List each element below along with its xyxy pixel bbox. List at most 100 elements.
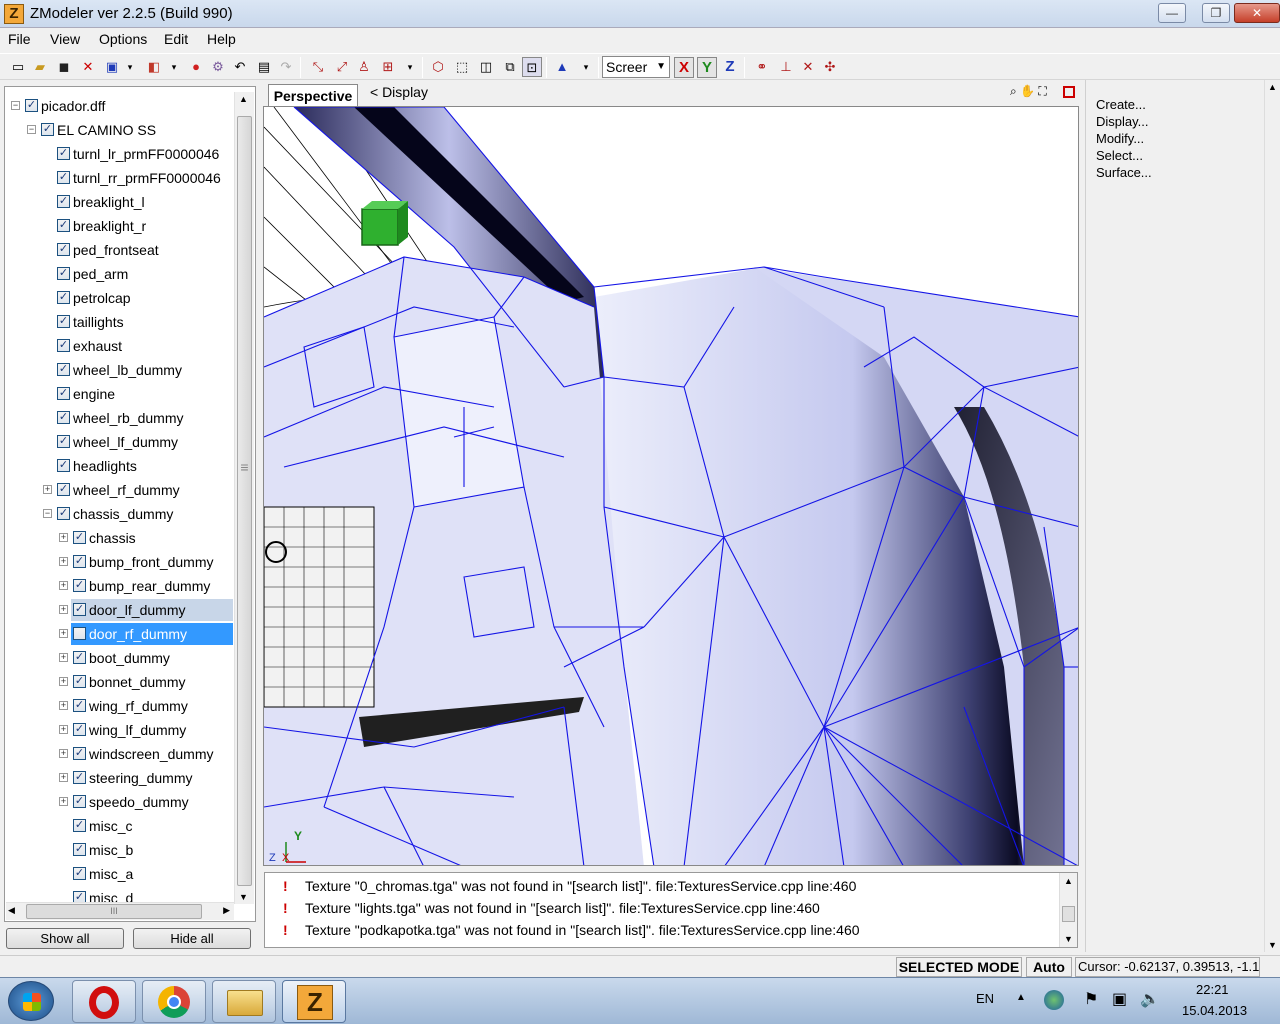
- collapse-icon[interactable]: −: [43, 509, 52, 518]
- visibility-checkbox[interactable]: ✓: [57, 339, 70, 352]
- expand-icon[interactable]: +: [59, 605, 68, 614]
- tree-item[interactable]: ✓ ped_frontseat: [5, 239, 233, 261]
- dropdown-arrow-icon[interactable]: ▾: [576, 57, 596, 77]
- tree-item[interactable]: ✓ headlights: [5, 455, 233, 477]
- visibility-checkbox[interactable]: ✓: [73, 723, 86, 736]
- expand-icon[interactable]: +: [59, 773, 68, 782]
- save-icon[interactable]: ◼: [54, 57, 74, 77]
- tree-hscroll-thumb[interactable]: III: [26, 904, 202, 919]
- open-folder-icon[interactable]: ▰: [30, 57, 50, 77]
- tree-item[interactable]: + ✓ wing_rf_dummy: [5, 695, 233, 717]
- show-hidden-icons-icon[interactable]: ▲: [1016, 992, 1026, 1003]
- visibility-checkbox[interactable]: ✓: [57, 411, 70, 424]
- expand-icon[interactable]: +: [43, 485, 52, 494]
- visibility-checkbox[interactable]: ✓: [57, 147, 70, 160]
- axis-x-toggle[interactable]: X: [674, 57, 694, 78]
- render-icon[interactable]: ◧: [144, 57, 164, 77]
- menu-edit[interactable]: Edit: [164, 31, 188, 47]
- language-indicator[interactable]: EN: [976, 991, 994, 1006]
- tree-item[interactable]: ✓ misc_b: [5, 839, 233, 861]
- menu-file[interactable]: File: [8, 31, 31, 47]
- tree-item[interactable]: + ✓ windscreen_dummy: [5, 743, 233, 765]
- tree-item[interactable]: ✓ petrolcap: [5, 287, 233, 309]
- visibility-checkbox[interactable]: ✓: [57, 363, 70, 376]
- visibility-checkbox[interactable]: ✓: [57, 219, 70, 232]
- visibility-checkbox[interactable]: ✓: [73, 555, 86, 568]
- hide-all-button[interactable]: Hide all: [133, 928, 251, 949]
- visibility-checkbox[interactable]: ✓: [57, 171, 70, 184]
- axis-y-toggle[interactable]: Y: [697, 57, 717, 78]
- visibility-checkbox[interactable]: ✓: [73, 603, 86, 616]
- tree-scroll-thumb[interactable]: ≡: [237, 116, 252, 886]
- visibility-checkbox[interactable]: ✓: [57, 483, 70, 496]
- scale-axis-icon[interactable]: ✣: [820, 57, 840, 77]
- app-icon[interactable]: Z: [4, 4, 24, 24]
- visibility-checkbox[interactable]: ✓: [73, 747, 86, 760]
- display-panel-toggle[interactable]: < Display: [370, 84, 428, 100]
- expand-icon[interactable]: +: [59, 677, 68, 686]
- flag-icon[interactable]: ⚑: [1084, 989, 1098, 1009]
- scroll-up-icon[interactable]: ▲: [1064, 876, 1073, 886]
- visibility-checkbox[interactable]: ✓: [73, 867, 86, 880]
- visibility-checkbox[interactable]: ✓: [57, 387, 70, 400]
- scroll-up-icon[interactable]: ▲: [1268, 82, 1277, 92]
- scroll-down-icon[interactable]: ▼: [1064, 934, 1073, 944]
- tree-item[interactable]: ✓ turnl_lr_prmFF0000046: [5, 143, 233, 165]
- tree-item[interactable]: + door_lf_dummy ✓: [5, 599, 233, 621]
- dropdown-arrow-icon[interactable]: ▾: [400, 57, 420, 77]
- tree-item-model[interactable]: − ✓ EL CAMINO SS: [5, 119, 233, 141]
- start-button[interactable]: [8, 981, 54, 1021]
- scroll-down-icon[interactable]: ▼: [239, 892, 248, 902]
- taskbar-opera[interactable]: [72, 980, 136, 1023]
- move-axis-icon[interactable]: ⊥: [776, 57, 796, 77]
- figure-icon[interactable]: ♙: [354, 57, 374, 77]
- visibility-checkbox[interactable]: ✓: [73, 531, 86, 544]
- expand-icon[interactable]: +: [59, 797, 68, 806]
- minimize-button[interactable]: —: [1158, 3, 1186, 23]
- tree-item[interactable]: ✓ wheel_lf_dummy: [5, 431, 233, 453]
- record-icon[interactable]: ●: [186, 57, 206, 77]
- auto-indicator[interactable]: Auto: [1026, 957, 1072, 977]
- cube-solid-icon[interactable]: ◫: [476, 57, 496, 77]
- panel-scrollbar[interactable]: ▲ ▼: [1264, 80, 1280, 952]
- axis-z-toggle[interactable]: Z: [720, 57, 740, 78]
- rotate-axis-icon[interactable]: ✕: [798, 57, 818, 77]
- scroll-down-icon[interactable]: ▼: [1268, 940, 1277, 950]
- coordinate-space-select[interactable]: Screer ▼: [602, 56, 670, 78]
- visibility-checkbox[interactable]: [73, 627, 86, 640]
- expand-icon[interactable]: +: [59, 749, 68, 758]
- tree-vertical-scrollbar[interactable]: ▲ ≡ ▼: [234, 92, 254, 904]
- volume-icon[interactable]: 🔈: [1140, 989, 1160, 1009]
- panel-create[interactable]: Create...: [1096, 97, 1146, 112]
- tree-item[interactable]: ✓ turnl_rr_prmFF0000046: [5, 167, 233, 189]
- select-edge-icon[interactable]: ⤢: [332, 57, 352, 77]
- taskbar-chrome[interactable]: [142, 980, 206, 1023]
- menu-help[interactable]: Help: [207, 31, 236, 47]
- visibility-checkbox[interactable]: ✓: [57, 291, 70, 304]
- visibility-checkbox[interactable]: ✓: [73, 699, 86, 712]
- tree-item-root[interactable]: − ✓ picador.dff: [5, 95, 233, 117]
- visibility-checkbox[interactable]: ✓: [73, 795, 86, 808]
- visibility-checkbox[interactable]: ✓: [57, 507, 70, 520]
- panel-display[interactable]: Display...: [1096, 114, 1149, 129]
- clock-date[interactable]: 15.04.2013: [1182, 1003, 1247, 1018]
- expand-icon[interactable]: +: [59, 629, 68, 638]
- poly-mode-icon[interactable]: ⬡: [428, 57, 448, 77]
- tree-item[interactable]: ✓ engine: [5, 383, 233, 405]
- tree-item[interactable]: + door_rf_dummy: [5, 623, 233, 645]
- close-button[interactable]: ✕: [1234, 3, 1280, 23]
- scroll-right-icon[interactable]: ▶: [223, 905, 230, 916]
- select-object-icon[interactable]: ⊞: [378, 57, 398, 77]
- log-scrollbar[interactable]: ▲ ▼: [1059, 873, 1077, 947]
- dropdown-arrow-icon[interactable]: ▾: [120, 57, 140, 77]
- link-icon[interactable]: ⚭: [752, 57, 772, 77]
- visibility-checkbox[interactable]: ✓: [73, 651, 86, 664]
- clipboard-icon[interactable]: ▤: [254, 57, 274, 77]
- scroll-up-icon[interactable]: ▲: [239, 94, 248, 104]
- scroll-left-icon[interactable]: ◀: [8, 905, 15, 916]
- visibility-checkbox[interactable]: ✓: [73, 843, 86, 856]
- tree-item[interactable]: ✓ wheel_lb_dummy: [5, 359, 233, 381]
- expand-icon[interactable]: +: [59, 557, 68, 566]
- visibility-checkbox[interactable]: ✓: [57, 243, 70, 256]
- tree-horizontal-scrollbar[interactable]: ◀ III ▶: [6, 902, 234, 920]
